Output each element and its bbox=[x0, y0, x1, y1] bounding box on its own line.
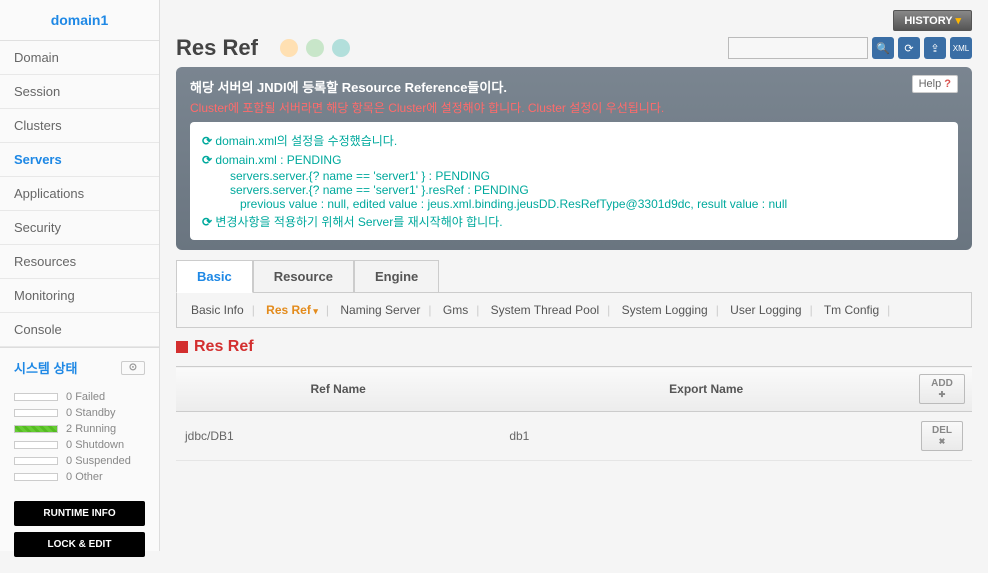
deco-icon bbox=[280, 39, 350, 57]
del-button[interactable]: DEL bbox=[921, 421, 963, 451]
msg-line: domain.xml : PENDING bbox=[202, 151, 946, 169]
nav-clusters[interactable]: Clusters bbox=[0, 109, 159, 143]
tab-resource[interactable]: Resource bbox=[253, 260, 354, 292]
lock-edit-button[interactable]: LOCK & EDIT bbox=[14, 532, 145, 557]
col-ref-name: Ref Name bbox=[176, 367, 500, 412]
system-status-header: 시스템 상태 ⊙ bbox=[0, 347, 159, 383]
nav-monitoring[interactable]: Monitoring bbox=[0, 279, 159, 313]
subtab-user-logging[interactable]: User Logging bbox=[730, 303, 801, 317]
tab-engine[interactable]: Engine bbox=[354, 260, 439, 292]
system-status-title: 시스템 상태 bbox=[14, 358, 77, 377]
subtab-gms[interactable]: Gms bbox=[443, 303, 468, 317]
msg-warning: Cluster에 포함될 서버라면 해당 항목은 Cluster에 설정해야 합… bbox=[190, 99, 958, 116]
nav-applications[interactable]: Applications bbox=[0, 177, 159, 211]
subtabs: Basic Info| Res Ref| Naming Server| Gms|… bbox=[176, 293, 972, 328]
status-list: 0 Failed 0 Standby 2 Running 0 Shutdown … bbox=[0, 383, 159, 491]
subtab-system-thread-pool[interactable]: System Thread Pool bbox=[491, 303, 600, 317]
sidebar: domain1 Domain Session Clusters Servers … bbox=[0, 0, 160, 551]
msg-line: servers.server.{? name == 'server1' } : … bbox=[202, 169, 946, 183]
search-icon[interactable]: 🔍 bbox=[872, 37, 894, 59]
runtime-info-button[interactable]: RUNTIME INFO bbox=[14, 501, 145, 526]
domain-title[interactable]: domain1 bbox=[0, 0, 159, 41]
status-suspended: 0 Suspended bbox=[14, 453, 145, 469]
subtab-tm-config[interactable]: Tm Config bbox=[824, 303, 879, 317]
nav-servers[interactable]: Servers bbox=[0, 143, 159, 177]
page-title-wrap: Res Ref bbox=[176, 35, 350, 61]
nav-session[interactable]: Session bbox=[0, 75, 159, 109]
subtab-system-logging[interactable]: System Logging bbox=[622, 303, 708, 317]
msg-line: previous value : null, edited value : je… bbox=[202, 197, 946, 211]
section-title: Res Ref bbox=[176, 338, 972, 356]
xml-icon[interactable]: XML bbox=[950, 37, 972, 59]
subtab-res-ref[interactable]: Res Ref bbox=[266, 303, 318, 317]
msg-header: 해당 서버의 JNDI에 등록할 Resource Reference들이다. bbox=[190, 77, 958, 96]
help-button[interactable]: Help bbox=[912, 75, 958, 93]
gauge-icon[interactable]: ⊙ bbox=[121, 361, 145, 375]
msg-line: servers.server.{? name == 'server1' }.re… bbox=[202, 183, 946, 197]
sidebar-buttons: RUNTIME INFO LOCK & EDIT bbox=[0, 491, 159, 573]
status-running: 2 Running bbox=[14, 421, 145, 437]
msg-body: domain.xml의 설정을 수정했습니다. domain.xml : PEN… bbox=[190, 122, 958, 240]
msg-line: domain.xml의 설정을 수정했습니다. bbox=[202, 130, 946, 151]
col-export-name: Export Name bbox=[500, 367, 912, 412]
nav-list: Domain Session Clusters Servers Applicat… bbox=[0, 41, 159, 347]
subtab-basic-info[interactable]: Basic Info bbox=[191, 303, 244, 317]
subtab-naming-server[interactable]: Naming Server bbox=[340, 303, 420, 317]
res-ref-table: Ref Name Export Name ADD jdbc/DB1 db1 DE… bbox=[176, 366, 972, 461]
add-button[interactable]: ADD bbox=[919, 374, 965, 404]
message-panel: Help 해당 서버의 JNDI에 등록할 Resource Reference… bbox=[176, 67, 972, 250]
tab-basic[interactable]: Basic bbox=[176, 260, 253, 293]
tabs: Basic Resource Engine bbox=[176, 260, 972, 293]
nav-domain[interactable]: Domain bbox=[0, 41, 159, 75]
export-icon[interactable]: ⇪ bbox=[924, 37, 946, 59]
search-input[interactable] bbox=[728, 37, 868, 59]
cell-export-name: db1 bbox=[500, 412, 912, 461]
nav-console[interactable]: Console bbox=[0, 313, 159, 347]
history-button[interactable]: HISTORY bbox=[893, 10, 972, 31]
refresh-icon[interactable]: ⟳ bbox=[898, 37, 920, 59]
status-standby: 0 Standby bbox=[14, 405, 145, 421]
table-row: jdbc/DB1 db1 DEL bbox=[176, 412, 972, 461]
nav-security[interactable]: Security bbox=[0, 211, 159, 245]
cell-ref-name[interactable]: jdbc/DB1 bbox=[176, 412, 500, 461]
msg-line: 변경사항을 적용하기 위해서 Server를 재시작해야 합니다. bbox=[202, 211, 946, 232]
status-failed: 0 Failed bbox=[14, 389, 145, 405]
toolbar: 🔍 ⟳ ⇪ XML bbox=[728, 37, 972, 59]
status-other: 0 Other bbox=[14, 469, 145, 485]
main: HISTORY Res Ref 🔍 ⟳ ⇪ XML Help 해당 서버의 JN… bbox=[160, 0, 988, 551]
page-title: Res Ref bbox=[176, 35, 258, 61]
status-shutdown: 0 Shutdown bbox=[14, 437, 145, 453]
nav-resources[interactable]: Resources bbox=[0, 245, 159, 279]
